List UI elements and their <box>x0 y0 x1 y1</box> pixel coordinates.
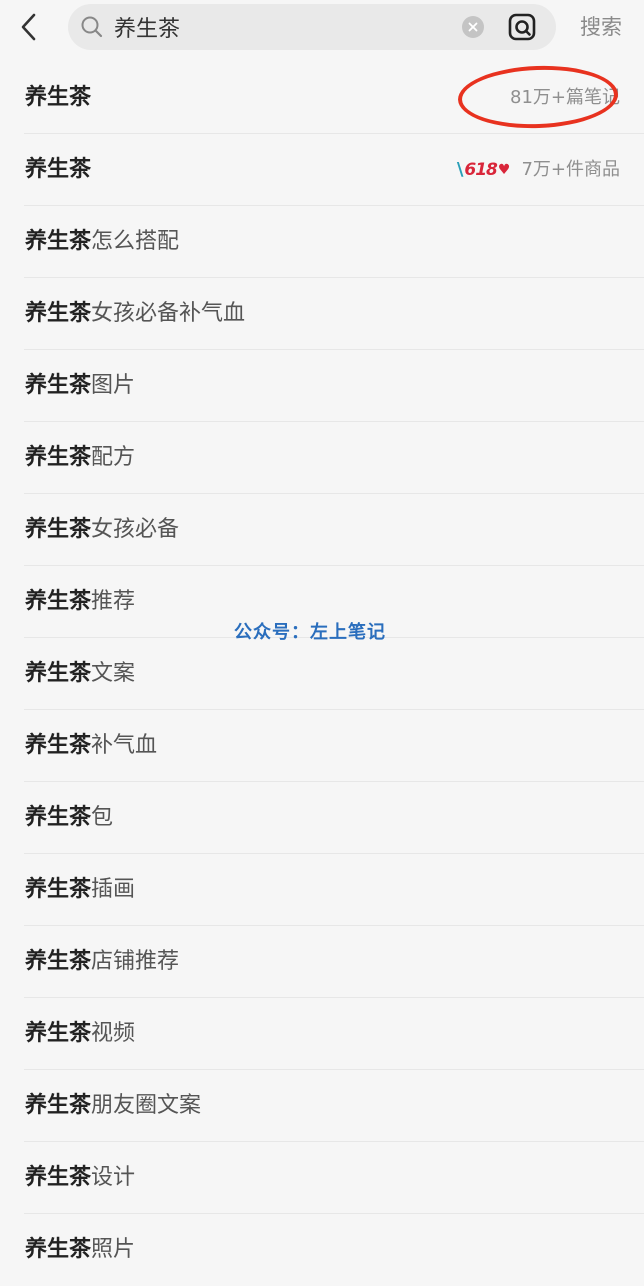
suggestion-text: 养生茶包 <box>25 782 113 854</box>
suggestion-list: 养生茶 81万+篇笔记 养生茶 \ 618 ♥ 7万+件商品 养生茶怎么搭配 养生茶… <box>0 62 644 1286</box>
suggestion-text: 养生茶女孩必备 <box>25 494 179 566</box>
suggestion-text: 养生茶设计 <box>25 1142 135 1214</box>
suggestion-item[interactable]: 养生茶包 <box>24 782 644 854</box>
suggestion-text: 养生茶怎么搭配 <box>25 206 179 278</box>
suggestion-text: 养生茶照片 <box>25 1214 135 1286</box>
suggestion-suffix: 怎么搭配 <box>91 229 180 254</box>
watermark-text: 公众号：左上笔记 <box>234 622 386 643</box>
suggestion-text: 养生茶女孩必备补气血 <box>25 278 245 350</box>
suggestion-meta: \ 618 ♥ 7万+件商品 <box>456 134 620 206</box>
suggestion-item[interactable]: 养生茶设计 <box>24 1142 644 1214</box>
suggestion-item[interactable]: 养生茶照片 <box>24 1214 644 1286</box>
suggestion-item[interactable]: 养生茶视频 <box>24 998 644 1070</box>
suggestion-suffix: 照片 <box>91 1237 136 1262</box>
suggestion-suffix: 设计 <box>91 1165 136 1190</box>
suggestion-item[interactable]: 养生茶图片 <box>24 350 644 422</box>
suggestion-keyword: 养生茶 <box>25 229 92 254</box>
suggestion-keyword: 养生茶 <box>25 1021 92 1046</box>
search-box[interactable] <box>68 4 556 50</box>
suggestion-suffix: 配方 <box>91 445 136 470</box>
suggestion-text: 养生茶文案 <box>25 638 135 710</box>
products-count: 7万+件商品 <box>521 159 620 180</box>
badge-slash-glyph: \ <box>456 159 464 180</box>
suggestion-keyword: 养生茶 <box>25 589 92 614</box>
notes-count: 81万+篇笔记 <box>510 87 620 108</box>
suggestion-text: 养生茶推荐 <box>25 566 135 638</box>
search-input[interactable] <box>114 4 484 50</box>
suggestion-text: 养生茶插画 <box>25 854 135 926</box>
suggestion-suffix: 店铺推荐 <box>91 949 180 974</box>
suggestion-item[interactable]: 养生茶朋友圈文案 <box>24 1070 644 1142</box>
suggestion-text: 养生茶配方 <box>25 422 135 494</box>
suggestion-text: 养生茶图片 <box>25 350 135 422</box>
suggestion-item[interactable]: 养生茶店铺推荐 <box>24 926 644 998</box>
clear-search-button[interactable] <box>462 16 484 38</box>
suggestion-keyword: 养生茶 <box>25 733 92 758</box>
suggestion-keyword: 养生茶 <box>25 517 92 542</box>
suggestion-keyword: 养生茶 <box>25 445 92 470</box>
image-search-icon[interactable] <box>508 13 536 41</box>
suggestion-item[interactable]: 养生茶女孩必备补气血 <box>24 278 644 350</box>
suggestion-text: 养生茶店铺推荐 <box>25 926 179 998</box>
suggestion-suffix: 视频 <box>91 1021 136 1046</box>
suggestion-text: 养生茶 <box>25 62 91 134</box>
chevron-left-icon <box>21 13 36 41</box>
suggestion-item[interactable]: 养生茶补气血 <box>24 710 644 782</box>
suggestion-keyword: 养生茶 <box>25 1237 92 1262</box>
suggestion-keyword: 养生茶 <box>25 949 92 974</box>
back-button[interactable] <box>14 10 44 44</box>
search-button[interactable]: 搜索 <box>580 10 622 44</box>
suggestion-item[interactable]: 养生茶女孩必备 <box>24 494 644 566</box>
search-header: 搜索 <box>0 0 644 56</box>
suggestion-item[interactable]: 养生茶文案 <box>24 638 644 710</box>
suggestion-keyword: 养生茶 <box>25 373 92 398</box>
suggestion-suffix: 推荐 <box>91 589 136 614</box>
suggestion-keyword: 养生茶 <box>25 1093 92 1118</box>
badge-number: 618 <box>464 160 497 180</box>
suggestion-keyword: 养生茶 <box>25 157 92 182</box>
close-icon <box>468 22 478 32</box>
suggestion-suffix: 图片 <box>91 373 136 398</box>
search-icon <box>81 16 103 38</box>
suggestion-suffix: 插画 <box>91 877 136 902</box>
suggestion-keyword: 养生茶 <box>25 301 92 326</box>
badge-heart-glyph: ♥ <box>497 162 511 178</box>
suggestion-text: 养生茶朋友圈文案 <box>25 1070 201 1142</box>
suggestion-keyword: 养生茶 <box>25 805 92 830</box>
suggestion-keyword: 养生茶 <box>25 877 92 902</box>
suggestion-suffix: 朋友圈文案 <box>91 1093 202 1118</box>
suggestion-suffix: 女孩必备补气血 <box>91 301 246 326</box>
suggestion-text: 养生茶补气血 <box>25 710 157 782</box>
promo-618-badge: \ 618 ♥ <box>456 159 512 181</box>
suggestion-suffix: 补气血 <box>91 733 158 758</box>
suggestion-text: 养生茶视频 <box>25 998 135 1070</box>
suggestion-suffix: 文案 <box>91 661 136 686</box>
suggestion-keyword: 养生茶 <box>25 85 92 110</box>
suggestion-item[interactable]: 养生茶 \ 618 ♥ 7万+件商品 <box>24 134 644 206</box>
suggestion-item[interactable]: 养生茶插画 <box>24 854 644 926</box>
suggestion-suffix: 包 <box>91 805 114 830</box>
suggestion-keyword: 养生茶 <box>25 1165 92 1190</box>
suggestion-item[interactable]: 养生茶怎么搭配 <box>24 206 644 278</box>
suggestion-suffix: 女孩必备 <box>91 517 180 542</box>
suggestion-meta: 81万+篇笔记 <box>510 62 620 134</box>
suggestion-item[interactable]: 养生茶 81万+篇笔记 <box>24 62 644 134</box>
suggestion-item[interactable]: 养生茶配方 <box>24 422 644 494</box>
suggestion-text: 养生茶 <box>25 134 91 206</box>
suggestion-keyword: 养生茶 <box>25 661 92 686</box>
